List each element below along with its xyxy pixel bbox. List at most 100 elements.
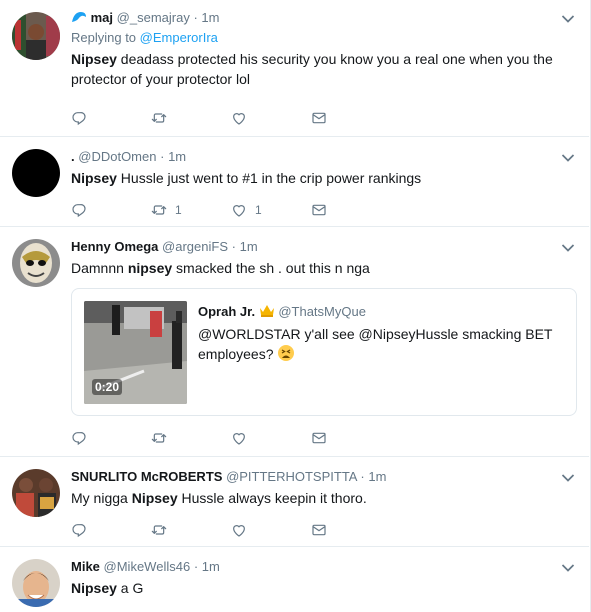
handle[interactable]: @argeniFS bbox=[162, 239, 228, 254]
highlight-term: Nipsey bbox=[71, 580, 117, 596]
video-thumbnail[interactable]: 0:20 bbox=[84, 301, 187, 404]
separator: · bbox=[160, 149, 165, 164]
separator: · bbox=[193, 10, 198, 25]
heart-icon bbox=[231, 110, 247, 126]
envelope-icon bbox=[311, 522, 327, 538]
retweet-button[interactable] bbox=[151, 110, 231, 126]
replying-to: Replying to @EmperorIra bbox=[71, 29, 575, 47]
heart-icon bbox=[231, 430, 247, 446]
separator: · bbox=[231, 239, 236, 254]
display-name[interactable]: Henny Omega bbox=[71, 239, 158, 254]
tweet-actions: 1 1 bbox=[71, 200, 391, 220]
tweet-text-body: deadass protected his security you know … bbox=[71, 51, 553, 87]
display-name[interactable]: Mike bbox=[71, 559, 100, 574]
avatar[interactable] bbox=[12, 149, 60, 197]
timestamp[interactable]: 1m bbox=[168, 149, 186, 164]
chevron-down-icon[interactable] bbox=[561, 563, 575, 573]
handle[interactable]: @MikeWells46 bbox=[104, 559, 191, 574]
dm-button[interactable] bbox=[311, 430, 391, 446]
dm-button[interactable] bbox=[311, 110, 391, 126]
brand-wave-icon bbox=[71, 10, 87, 24]
heart-icon bbox=[231, 522, 247, 538]
tweet-text: Nipsey a G bbox=[71, 578, 575, 598]
envelope-icon bbox=[311, 430, 327, 446]
display-name[interactable]: SNURLITO McROBERTS bbox=[71, 469, 222, 484]
quoted-handle[interactable]: @ThatsMyQue bbox=[278, 304, 366, 319]
crown-icon bbox=[259, 304, 275, 317]
retweet-icon bbox=[151, 522, 167, 538]
separator: · bbox=[193, 559, 199, 574]
retweet-button[interactable] bbox=[151, 430, 231, 446]
display-name[interactable]: . bbox=[71, 149, 75, 164]
quoted-text-body: @WORLDSTAR y'all see @NipseyHussle smack… bbox=[198, 326, 553, 363]
tweet-feed: maj @_semajray · 1m Replying to @Emperor… bbox=[0, 0, 591, 612]
dm-button[interactable] bbox=[311, 522, 391, 538]
replying-label: Replying to bbox=[71, 30, 137, 45]
avatar[interactable] bbox=[12, 239, 60, 287]
tweet[interactable]: maj @_semajray · 1m Replying to @Emperor… bbox=[0, 0, 589, 137]
like-button[interactable] bbox=[231, 522, 311, 538]
chevron-down-icon[interactable] bbox=[561, 14, 575, 24]
retweet-button[interactable] bbox=[151, 522, 231, 538]
reply-button[interactable] bbox=[71, 202, 151, 218]
retweet-count: 1 bbox=[175, 203, 182, 217]
reply-button[interactable] bbox=[71, 430, 151, 446]
tweet-actions bbox=[71, 108, 391, 128]
tweet-text-body: Hussle just went to #1 in the crip power… bbox=[116, 170, 422, 186]
tweet[interactable]: . @DDotOmen · 1m Nipsey Hussle just went… bbox=[0, 137, 589, 227]
timestamp[interactable]: 1m bbox=[202, 559, 220, 574]
tweet-text: Nipsey Hussle just went to #1 in the cri… bbox=[71, 168, 575, 188]
quoted-tweet-card[interactable]: 0:20 Oprah Jr. @ThatsMyQue @WORLDSTAR y'… bbox=[71, 288, 577, 416]
highlight-term: Nipsey bbox=[71, 170, 117, 186]
chevron-down-icon[interactable] bbox=[561, 473, 575, 483]
handle[interactable]: @DDotOmen bbox=[78, 149, 156, 164]
replying-handle-link[interactable]: @EmperorIra bbox=[140, 30, 218, 45]
timestamp[interactable]: 1m bbox=[368, 469, 386, 484]
dm-button[interactable] bbox=[311, 202, 391, 218]
highlight-term: Nipsey bbox=[71, 51, 117, 67]
tweet-text-end: smacked the sh . out this n nga bbox=[172, 260, 370, 276]
like-button[interactable]: 1 bbox=[231, 202, 311, 218]
like-button[interactable] bbox=[231, 110, 311, 126]
timestamp[interactable]: 1m bbox=[201, 10, 219, 25]
highlight-term: nipsey bbox=[127, 260, 173, 276]
retweet-icon bbox=[151, 110, 167, 126]
avatar[interactable] bbox=[12, 12, 60, 60]
tweet-text-end: Hussle always keepin it thoro. bbox=[177, 490, 367, 506]
handle[interactable]: @PITTERHOTSPITTA bbox=[226, 469, 357, 484]
reply-icon bbox=[71, 110, 87, 126]
chevron-down-icon[interactable] bbox=[561, 153, 575, 163]
chevron-down-icon[interactable] bbox=[561, 243, 575, 253]
tweet-text-start: Damnnn bbox=[71, 260, 128, 276]
reply-button[interactable] bbox=[71, 522, 151, 538]
like-count: 1 bbox=[255, 203, 262, 217]
avatar[interactable] bbox=[12, 469, 60, 517]
tweet-actions bbox=[71, 428, 391, 448]
heart-icon bbox=[231, 202, 247, 218]
timestamp[interactable]: 1m bbox=[240, 239, 258, 254]
like-button[interactable] bbox=[231, 430, 311, 446]
reply-button[interactable] bbox=[71, 110, 151, 126]
reply-icon bbox=[71, 522, 87, 538]
handle[interactable]: @_semajray bbox=[117, 10, 190, 25]
quoted-display-name[interactable]: Oprah Jr. bbox=[198, 304, 255, 319]
separator: · bbox=[360, 469, 365, 484]
tweet-text: Nipsey deadass protected his security yo… bbox=[71, 49, 575, 89]
tweet[interactable]: Henny Omega @argeniFS · 1m Damnnn nipsey… bbox=[0, 227, 589, 457]
tweet-text: My nigga Nipsey Hussle always keepin it … bbox=[71, 488, 575, 508]
reply-icon bbox=[71, 430, 87, 446]
retweet-icon bbox=[151, 202, 167, 218]
envelope-icon bbox=[311, 202, 327, 218]
retweet-button[interactable]: 1 bbox=[151, 202, 231, 218]
avatar[interactable] bbox=[12, 559, 60, 607]
tweet-actions bbox=[71, 520, 391, 540]
tired-face-emoji-icon bbox=[277, 344, 295, 367]
quoted-text: @WORLDSTAR y'all see @NipseyHussle smack… bbox=[198, 324, 566, 367]
tweet[interactable]: SNURLITO McROBERTS @PITTERHOTSPITTA · 1m… bbox=[0, 457, 589, 547]
tweet[interactable]: Mike @MikeWells46 · 1m Nipsey a G bbox=[0, 547, 589, 612]
tweet-text-body: a G bbox=[116, 580, 144, 596]
retweet-icon bbox=[151, 430, 167, 446]
display-name[interactable]: maj bbox=[91, 10, 113, 25]
video-duration: 0:20 bbox=[92, 379, 123, 395]
reply-icon bbox=[71, 202, 87, 218]
